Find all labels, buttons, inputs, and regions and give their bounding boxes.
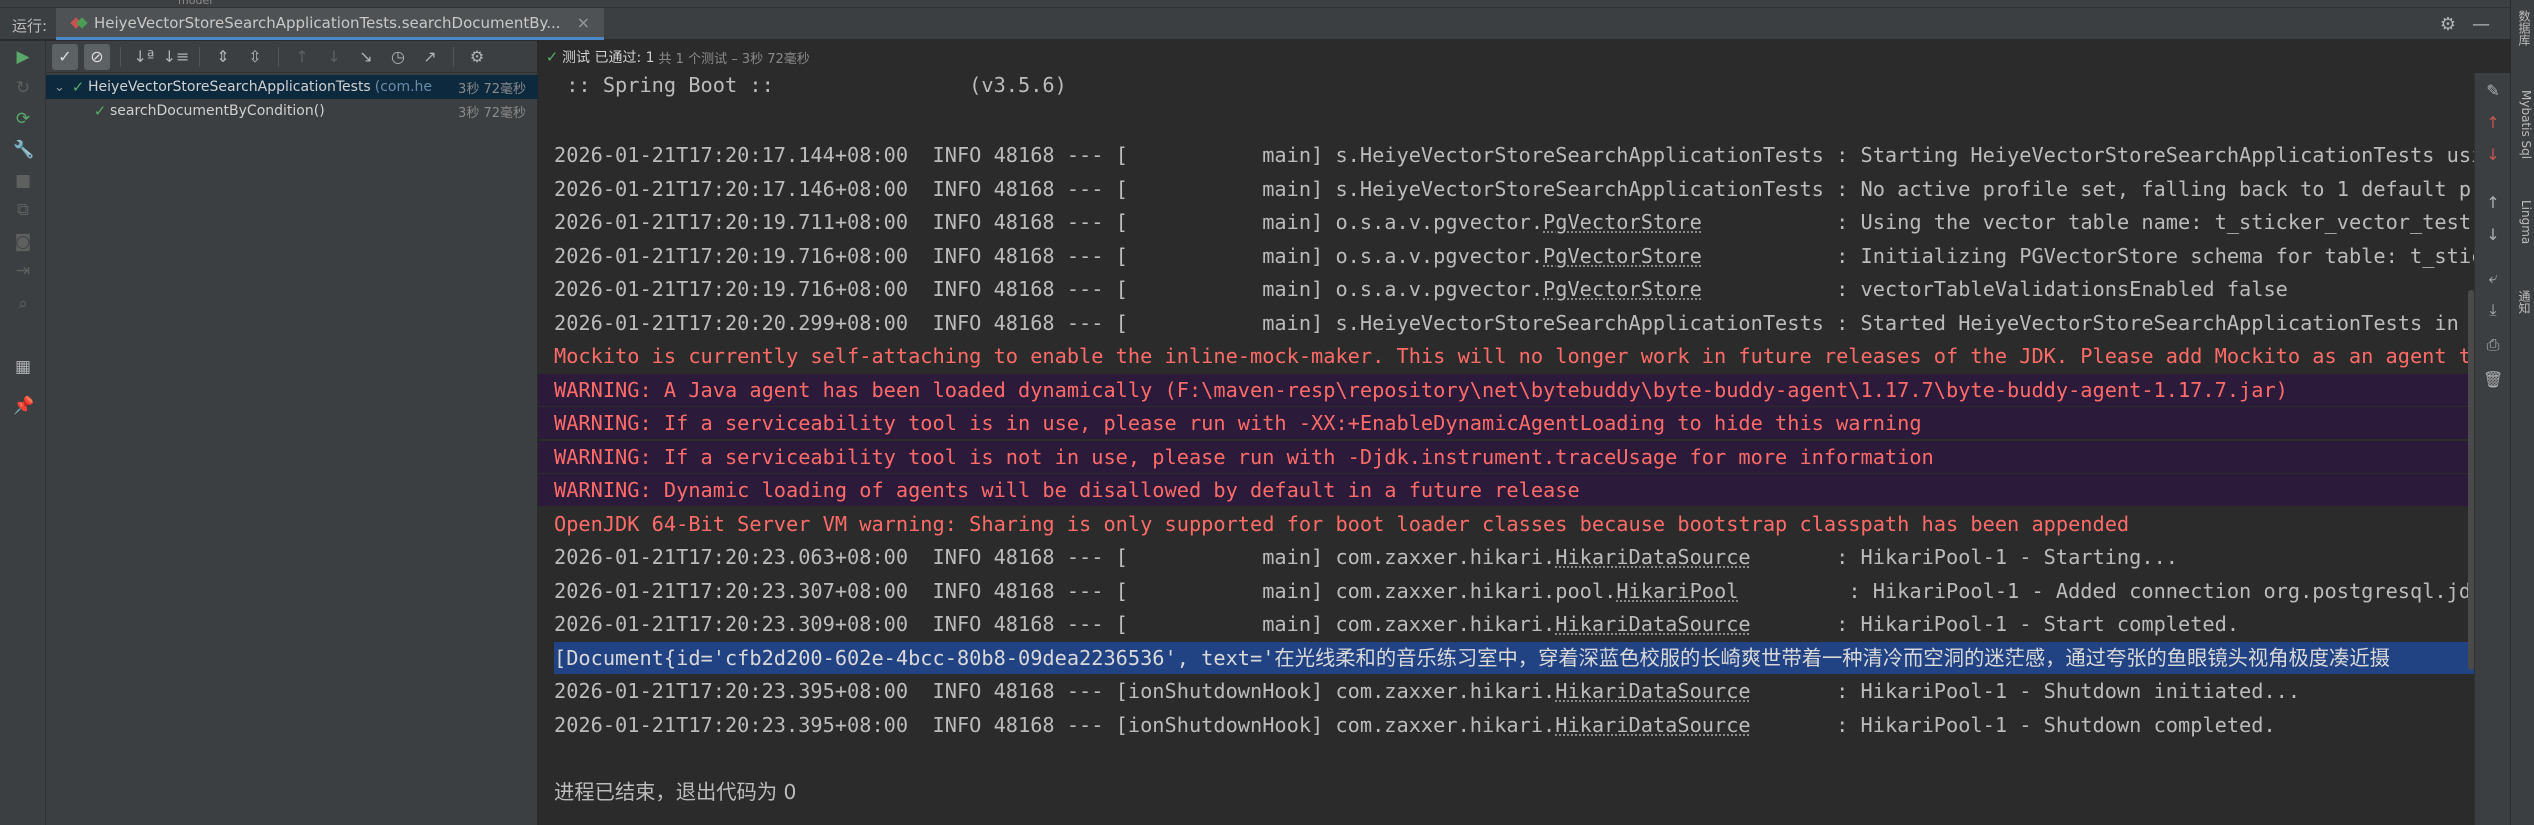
toggle-auto-test-icon[interactable]: ⟳ bbox=[13, 109, 33, 129]
tree-row-test-method[interactable]: ✓ searchDocumentByCondition() 3秒 72毫秒 bbox=[46, 99, 538, 123]
top-strip: model bbox=[0, 0, 2534, 8]
test-status-bar: ✓ 测试 已通过: 1 共 1 个测试 – 3秒 72毫秒 bbox=[538, 41, 2510, 73]
console-line: 2026-01-21T17:20:20.299+08:00 INFO 48168… bbox=[554, 311, 2474, 335]
test-method-name: searchDocumentByCondition() bbox=[110, 103, 325, 119]
class-link[interactable]: HikariPool bbox=[1616, 579, 1738, 603]
console-line: :: Spring Boot :: (v3.5.6) bbox=[554, 73, 1067, 97]
trash-icon[interactable]: 🗑 bbox=[2483, 370, 2503, 389]
notifications-tab[interactable]: 通知 bbox=[2513, 290, 2533, 314]
passed-check-icon: ✓ bbox=[71, 78, 85, 96]
layout-icon[interactable]: ▦ bbox=[13, 357, 33, 377]
rerun-icon[interactable]: ▶ bbox=[13, 47, 33, 67]
console-line: 2026-01-21T17:20:23.063+08:00 INFO 48168… bbox=[554, 545, 2178, 569]
camera-icon[interactable]: ◙ bbox=[13, 232, 33, 252]
run-tab[interactable]: HeiyeVectorStoreSearchApplicationTests.s… bbox=[56, 8, 604, 40]
settings-icon[interactable]: ⚙ bbox=[464, 44, 490, 70]
sort-duration-icon[interactable]: ↓≡ bbox=[163, 44, 190, 70]
console-selected-line[interactable]: [Document{id='cfb2d200-602e-4bcc-80b8-09… bbox=[554, 642, 2474, 674]
test-class-package: (com.he bbox=[374, 79, 433, 95]
wrench-icon[interactable]: 🔧 bbox=[13, 140, 34, 160]
run-left-toolbar: ▶ ↻ ⟳ 🔧 ■ ⧉ ◙ ⇥ ⌕ ▦ 📌 bbox=[0, 41, 46, 825]
console-warning-line: WARNING: If a serviceability tool is in … bbox=[538, 407, 2474, 439]
exit-icon[interactable]: ⇥ bbox=[13, 261, 33, 281]
rerun-failed-icon[interactable]: ↻ bbox=[13, 78, 33, 98]
sort-alpha-icon[interactable]: ↓ª bbox=[131, 44, 157, 70]
top-breadcrumb: model bbox=[178, 0, 213, 7]
prev-failed-icon[interactable]: ↑ bbox=[289, 44, 315, 70]
close-icon[interactable]: × bbox=[577, 13, 590, 32]
test-results-panel: ✓ ⊘ ↓ª ↓≡ ⇕ ⇳ ↑ ↓ ↘ ◷ ↗ ⚙ ⌄ ✓ HeiyeVecto… bbox=[46, 41, 538, 825]
minimize-icon[interactable]: — bbox=[2472, 14, 2490, 35]
gear-icon[interactable]: ⚙ bbox=[2440, 14, 2456, 35]
up-icon[interactable]: ↑ bbox=[2483, 113, 2503, 132]
console-warning-line: WARNING: A Java agent has been loaded dy… bbox=[538, 374, 2474, 406]
class-link[interactable]: PgVectorStore bbox=[1543, 210, 1702, 234]
test-config-icon bbox=[70, 16, 88, 29]
console-line: 2026-01-21T17:20:23.395+08:00 INFO 48168… bbox=[554, 713, 2276, 737]
pin-icon[interactable]: 📌 bbox=[13, 396, 34, 416]
run-tool-window-header: 运行: HeiyeVectorStoreSearchApplicationTes… bbox=[0, 8, 2510, 40]
test-class-duration: 3秒 72毫秒 bbox=[458, 81, 526, 97]
class-link[interactable]: HikariDataSource bbox=[1555, 545, 1750, 569]
next-failed-icon[interactable]: ↓ bbox=[321, 44, 347, 70]
console-line: 2026-01-21T17:20:23.307+08:00 INFO 48168… bbox=[554, 579, 2474, 603]
scroll-down-icon[interactable]: ↓ bbox=[2483, 225, 2503, 244]
expand-all-icon[interactable]: ⇕ bbox=[210, 44, 236, 70]
passed-check-icon: ✓ bbox=[545, 48, 559, 66]
export-icon[interactable]: ↗ bbox=[417, 44, 443, 70]
console-warning-line: WARNING: Dynamic loading of agents will … bbox=[538, 474, 2474, 506]
console-line: 2026-01-21T17:20:19.716+08:00 INFO 48168… bbox=[554, 277, 2288, 301]
run-tab-title: HeiyeVectorStoreSearchApplicationTests.s… bbox=[94, 13, 561, 32]
run-label: 运行: bbox=[12, 17, 48, 35]
class-link[interactable]: HikariDataSource bbox=[1555, 713, 1750, 737]
scroll-up-icon[interactable]: ↑ bbox=[2483, 193, 2503, 212]
console-line: 2026-01-21T17:20:19.716+08:00 INFO 48168… bbox=[554, 244, 2474, 268]
lingma-tab[interactable]: Lingma bbox=[2513, 200, 2533, 244]
console-warning-line: WARNING: If a serviceability tool is not… bbox=[538, 441, 2474, 473]
class-link[interactable]: HikariDataSource bbox=[1555, 612, 1750, 636]
stop-icon[interactable]: ■ bbox=[13, 171, 33, 191]
edit-icon[interactable]: ✎ bbox=[2483, 81, 2503, 100]
tree-row-test-class[interactable]: ⌄ ✓ HeiyeVectorStoreSearchApplicationTes… bbox=[46, 75, 538, 99]
down-icon[interactable]: ↓ bbox=[2483, 145, 2503, 164]
database-tab[interactable]: 数据库 bbox=[2513, 10, 2533, 46]
search-icon[interactable]: ⌕ bbox=[13, 294, 33, 314]
import-tests-icon[interactable]: ↘ bbox=[353, 44, 379, 70]
print-icon[interactable]: ⎙ bbox=[2483, 335, 2503, 355]
class-link[interactable]: PgVectorStore bbox=[1543, 277, 1702, 301]
console-line: 2026-01-21T17:20:17.144+08:00 INFO 48168… bbox=[554, 143, 2474, 167]
console-line: 2026-01-21T17:20:23.309+08:00 INFO 48168… bbox=[554, 612, 2240, 636]
console-line: 2026-01-21T17:20:23.395+08:00 INFO 48168… bbox=[554, 679, 2301, 703]
console-error-line: Mockito is currently self-attaching to e… bbox=[554, 344, 2474, 368]
console-error-line: OpenJDK 64-Bit Server VM warning: Sharin… bbox=[554, 512, 2130, 536]
class-link[interactable]: PgVectorStore bbox=[1543, 244, 1702, 268]
console-exit-line: 进程已结束，退出代码为 0 bbox=[554, 780, 797, 804]
chevron-down-icon[interactable]: ⌄ bbox=[54, 80, 68, 95]
soft-wrap-icon[interactable]: ⤶ bbox=[2483, 268, 2503, 288]
passed-check-icon: ✓ bbox=[93, 102, 107, 120]
console-output[interactable]: :: Spring Boot :: (v3.5.6) 2026-01-21T17… bbox=[538, 73, 2474, 825]
console-right-toolbar: ✎ ↑ ↓ ↑ ↓ ⤶ ⤓ ⎙ 🗑 bbox=[2474, 73, 2510, 825]
dump-threads-icon[interactable]: ⧉ bbox=[13, 200, 33, 220]
mybatis-sql-tab[interactable]: Mybatis Sql bbox=[2513, 90, 2533, 159]
test-method-duration: 3秒 72毫秒 bbox=[458, 105, 526, 121]
test-class-name: HeiyeVectorStoreSearchApplicationTests bbox=[88, 79, 371, 95]
history-icon[interactable]: ◷ bbox=[385, 44, 411, 70]
test-tree: ⌄ ✓ HeiyeVectorStoreSearchApplicationTes… bbox=[46, 75, 538, 123]
test-toolbar: ✓ ⊘ ↓ª ↓≡ ⇕ ⇳ ↑ ↓ ↘ ◷ ↗ ⚙ bbox=[46, 41, 538, 73]
show-ignored-icon[interactable]: ⊘ bbox=[84, 43, 110, 70]
console-line: 2026-01-21T17:20:17.146+08:00 INFO 48168… bbox=[554, 177, 2474, 201]
test-status-summary: 共 1 个测试 – 3秒 72毫秒 bbox=[658, 51, 810, 67]
test-status-main: 测试 已通过: 1 bbox=[562, 50, 655, 66]
class-link[interactable]: HikariDataSource bbox=[1555, 679, 1750, 703]
collapse-all-icon[interactable]: ⇳ bbox=[242, 44, 268, 70]
show-passed-icon[interactable]: ✓ bbox=[52, 43, 78, 70]
console-line: 2026-01-21T17:20:19.711+08:00 INFO 48168… bbox=[554, 210, 2474, 234]
right-tool-stripe: 数据库 Mybatis Sql Lingma 通知 bbox=[2510, 0, 2534, 825]
scroll-to-end-icon[interactable]: ⤓ bbox=[2483, 300, 2503, 320]
